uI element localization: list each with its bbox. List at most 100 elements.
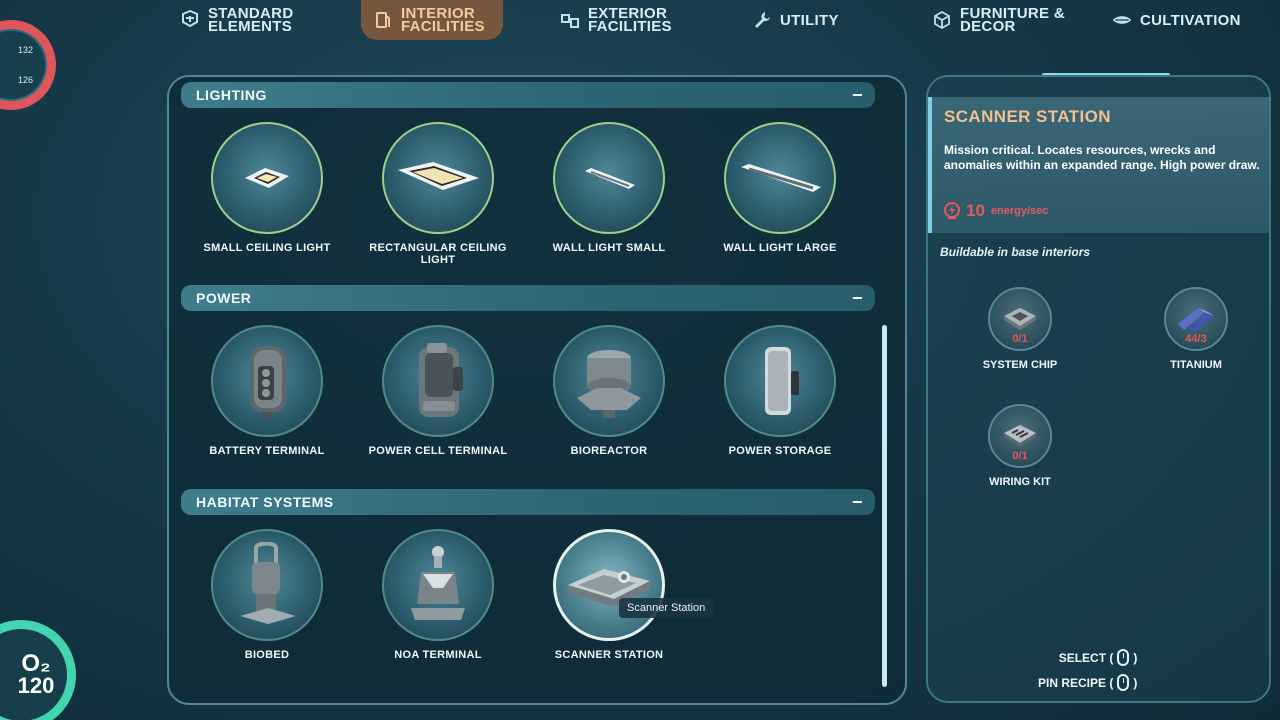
wall-light-large-icon — [724, 122, 836, 234]
mouse-left-icon — [1117, 649, 1130, 666]
tab-label: CULTIVATION — [1140, 11, 1241, 29]
battery-terminal-icon — [211, 325, 323, 437]
power-drain-icon — [944, 202, 960, 219]
noa-terminal-icon — [382, 529, 494, 641]
tab-standard-elements[interactable]: STANDARD ELEMENTS — [180, 0, 293, 40]
tab-cultivation[interactable]: CULTIVATION — [1112, 0, 1241, 40]
interior-facilities-icon — [376, 12, 390, 28]
oxygen-symbol: O₂ — [21, 650, 51, 677]
item-label: WALL LIGHT LARGE — [723, 242, 837, 254]
control-hints: SELECT ( ) PIN RECIPE ( ) — [1038, 649, 1137, 691]
titanium-icon: 44/3 — [1164, 287, 1228, 351]
build-item-noa-terminal[interactable]: NOA TERMINAL — [358, 529, 518, 661]
bioreactor-icon — [553, 325, 665, 437]
ingredient-name: WIRING KIT — [989, 476, 1051, 488]
ingredient-titanium: 44/3 TITANIUM — [1141, 287, 1251, 371]
item-label: BIOBED — [244, 649, 290, 661]
buildable-note: Buildable in base interiors — [940, 245, 1091, 259]
section-header-habitat-systems[interactable]: HABITAT SYSTEMS − — [181, 489, 875, 515]
ingredient-name: SYSTEM CHIP — [982, 359, 1058, 371]
item-label: NOA TERMINAL — [394, 649, 482, 661]
collapse-icon[interactable]: − — [852, 289, 863, 307]
wrench-icon — [755, 12, 770, 28]
build-item-biobed[interactable]: BIOBED — [187, 529, 347, 661]
select-suffix: ) — [1133, 650, 1138, 665]
detail-header: SCANNER STATION Mission critical. Locate… — [928, 97, 1269, 233]
biobed-icon — [211, 529, 323, 641]
build-item-battery-terminal[interactable]: BATTERY TERMINAL — [187, 325, 347, 457]
collapse-icon[interactable]: − — [852, 86, 863, 104]
select-label: SELECT ( — [1058, 650, 1114, 665]
furniture-cube-icon — [934, 10, 950, 30]
wiring-kit-icon: 0/1 — [988, 404, 1052, 468]
build-item-bioreactor[interactable]: BIOREACTOR — [529, 325, 689, 457]
select-hint[interactable]: SELECT ( ) — [1058, 649, 1138, 666]
tab-interior-facilities[interactable]: INTERIOR FACILITIES — [361, 0, 503, 40]
energy-value: 10 — [966, 201, 985, 220]
build-item-wall-light-small[interactable]: WALL LIGHT SMALL — [529, 122, 689, 254]
tab-label: FURNITURE & DECOR — [960, 5, 1065, 35]
tab-exterior-facilities[interactable]: EXTERIOR FACILITIES — [560, 0, 672, 40]
item-label: POWER STORAGE — [728, 445, 832, 457]
energy-unit: energy/sec — [990, 205, 1049, 217]
energy-cost: 10 energy/sec — [944, 201, 1048, 221]
power-cell-terminal-icon — [382, 325, 494, 437]
item-tooltip: Scanner Station — [619, 598, 714, 618]
tab-label: INTERIOR FACILITIES — [401, 5, 485, 35]
ingredient-system-chip: 0/1 SYSTEM CHIP — [965, 287, 1075, 371]
ingredient-count: 0/1 — [1012, 450, 1028, 462]
item-label: WALL LIGHT SMALL — [552, 242, 666, 254]
build-item-power-cell-terminal[interactable]: POWER CELL TERMINAL — [358, 325, 518, 457]
section-title: POWER — [196, 290, 252, 306]
list-scrollbar[interactable] — [882, 325, 887, 687]
tab-utility[interactable]: UTILITY — [752, 0, 839, 40]
collapse-icon[interactable]: − — [852, 493, 863, 511]
ingredient-wiring-kit: 0/1 WIRING KIT — [965, 404, 1075, 488]
section-header-power[interactable]: POWER − — [181, 285, 875, 311]
build-item-scanner-station[interactable]: SCANNER STATION — [529, 529, 689, 661]
build-item-small-ceiling-light[interactable]: SMALL CEILING LIGHT — [187, 122, 347, 254]
oxygen-gauge: O₂ 120 — [0, 620, 76, 720]
oxygen-value: 120 — [17, 673, 55, 698]
wall-light-small-icon — [553, 122, 665, 234]
power-storage-icon — [724, 325, 836, 437]
pin-recipe-label: PIN RECIPE ( — [1038, 675, 1114, 690]
cultivation-icon — [1112, 16, 1132, 24]
ingredient-name: TITANIUM — [1170, 359, 1222, 371]
tab-label: UTILITY — [780, 11, 839, 29]
exterior-facilities-icon — [561, 14, 579, 28]
tab-label: STANDARD ELEMENTS — [208, 5, 294, 35]
build-list-panel: LIGHTING − SMALL CEILING LIGHT RECTANGUL… — [167, 75, 907, 705]
item-label: POWER CELL TERMINAL — [368, 445, 508, 457]
build-item-rectangular-ceiling-light[interactable]: RECTANGULAR CEILING LIGHT — [358, 122, 518, 266]
pin-recipe-suffix: ) — [1133, 675, 1138, 690]
standard-elements-icon — [182, 10, 198, 28]
ingredient-count: 0/1 — [1012, 333, 1028, 345]
pin-recipe-hint[interactable]: PIN RECIPE ( ) — [1038, 674, 1137, 691]
gauge-value-a: 132 — [17, 45, 33, 55]
recipe-detail-panel: SCANNER STATION Mission critical. Locate… — [926, 75, 1271, 703]
mouse-right-icon — [1117, 674, 1130, 691]
detail-description: Mission critical. Locates resources, wre… — [944, 143, 1260, 172]
item-label: BATTERY TERMINAL — [209, 445, 325, 457]
small-ceiling-light-icon — [211, 122, 323, 234]
tab-label: EXTERIOR FACILITIES — [588, 5, 672, 35]
system-chip-icon: 0/1 — [988, 287, 1052, 351]
scanner-station-icon — [553, 529, 665, 641]
rectangular-ceiling-light-icon — [382, 122, 494, 234]
item-label: SMALL CEILING LIGHT — [203, 242, 331, 254]
build-item-wall-light-large[interactable]: WALL LIGHT LARGE — [700, 122, 860, 254]
gauge-value-b: 126 — [17, 75, 33, 85]
category-tabs: STANDARD ELEMENTS INTERIOR FACILITIES EX… — [0, 0, 1280, 42]
item-label: BIOREACTOR — [570, 445, 648, 457]
item-label: SCANNER STATION — [554, 649, 664, 661]
health-gauge-inner: 132 126 — [0, 29, 47, 101]
oxygen-gauge-inner: O₂ 120 — [0, 629, 67, 720]
section-title: HABITAT SYSTEMS — [196, 494, 334, 510]
build-item-power-storage[interactable]: POWER STORAGE — [700, 325, 860, 457]
section-header-lighting[interactable]: LIGHTING − — [181, 82, 875, 108]
item-label: RECTANGULAR CEILING LIGHT — [369, 242, 507, 266]
detail-title: SCANNER STATION — [944, 107, 1111, 126]
section-title: LIGHTING — [196, 87, 267, 103]
tab-furniture-decor[interactable]: FURNITURE & DECOR — [932, 0, 1065, 40]
